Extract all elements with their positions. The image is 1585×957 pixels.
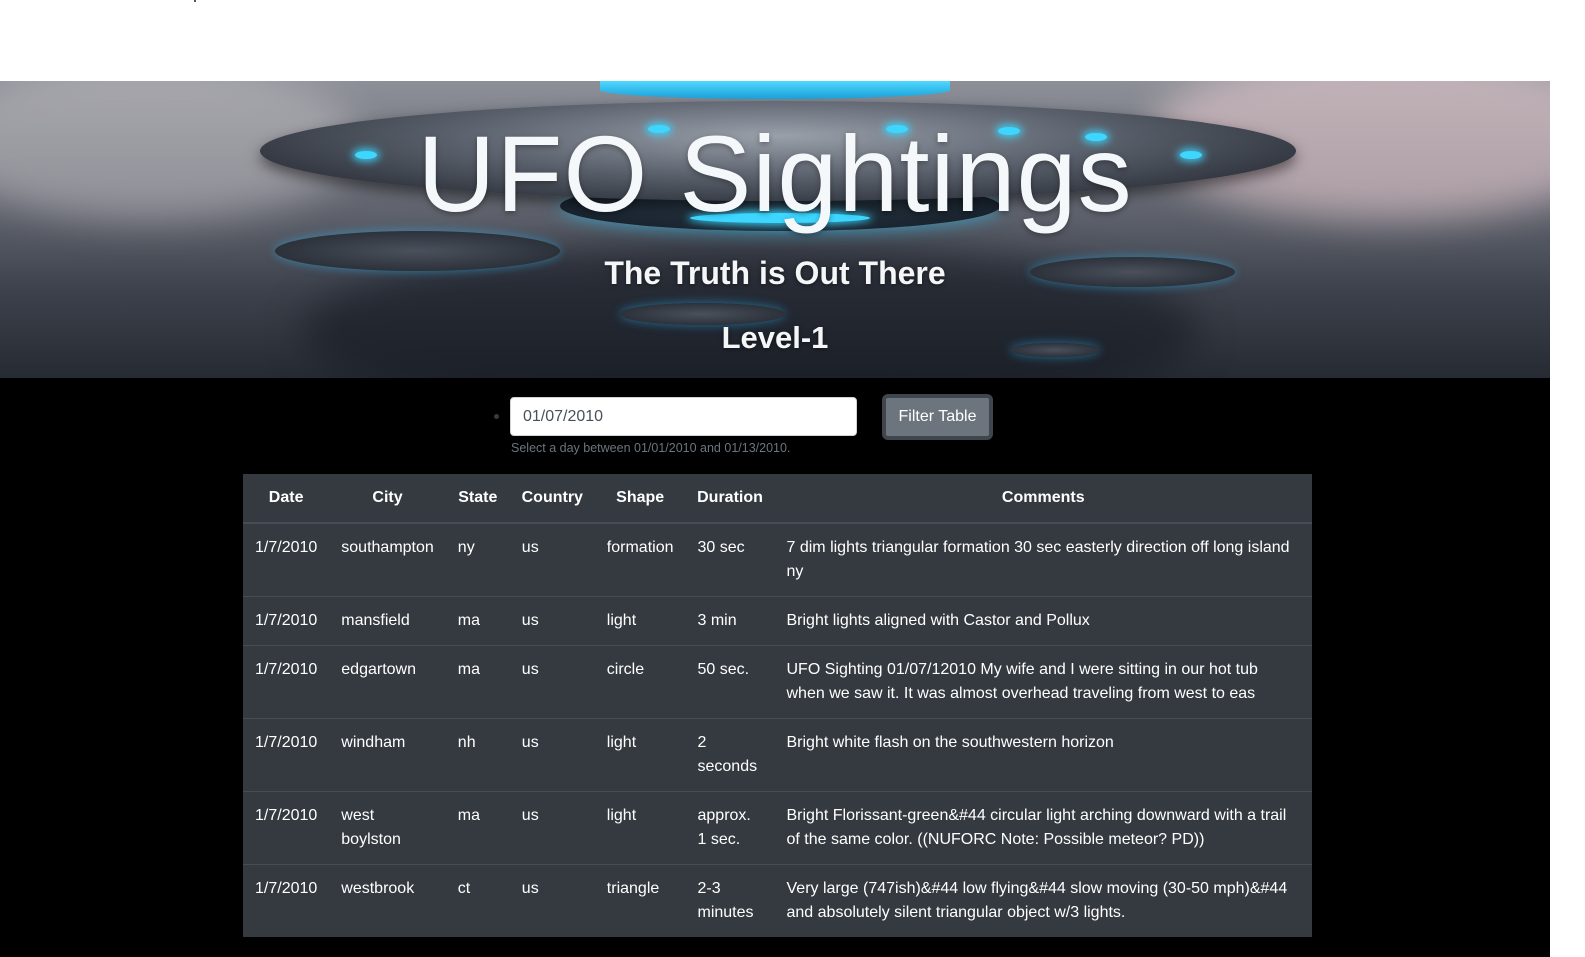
cell-comments: Bright Florissant-green&#44 circular lig… <box>774 791 1312 865</box>
cell-date: 1/7/2010 <box>243 864 330 937</box>
cell-duration: 30 sec <box>685 522 775 597</box>
cell-duration: 2-3 minutes <box>685 864 775 937</box>
cell-shape: triangle <box>594 864 686 937</box>
table-row: 1/7/2010 mansfield ma us light 3 min Bri… <box>243 596 1312 646</box>
cell-duration: 2 seconds <box>685 718 775 792</box>
cell-shape: formation <box>594 522 686 597</box>
table-header: Date City State Country Shape Duration C… <box>243 474 1312 524</box>
cell-comments: Bright white flash on the southwestern h… <box>774 718 1312 792</box>
table-row: 1/7/2010 edgartown ma us circle 50 sec. … <box>243 645 1312 719</box>
page-subtitle: The Truth is Out There <box>604 255 946 291</box>
cell-state: nh <box>445 718 510 792</box>
cell-date: 1/7/2010 <box>243 596 330 646</box>
cell-state: ma <box>445 791 510 865</box>
cell-shape: light <box>594 718 686 792</box>
cell-duration: approx. 1 sec. <box>685 791 775 865</box>
cell-state: ma <box>445 596 510 646</box>
column-header-country: Country <box>509 474 595 524</box>
cell-city: edgartown <box>329 645 446 719</box>
stray-dot <box>194 0 196 2</box>
page-top-blank <box>0 0 1550 81</box>
cell-country: us <box>509 596 595 646</box>
cell-comments: UFO Sighting 01/07/12010 My wife and I w… <box>774 645 1312 719</box>
cell-country: us <box>509 791 595 865</box>
cell-duration: 3 min <box>685 596 775 646</box>
cell-state: ma <box>445 645 510 719</box>
table-header-row: Date City State Country Shape Duration C… <box>243 474 1312 524</box>
column-header-shape: Shape <box>594 474 686 524</box>
level-heading: Level-1 <box>721 320 829 355</box>
hero-banner: UFO Sightings The Truth is Out There Lev… <box>0 81 1550 378</box>
table-row: 1/7/2010 west boylston ma us light appro… <box>243 791 1312 865</box>
cell-country: us <box>509 645 595 719</box>
cell-shape: light <box>594 596 686 646</box>
cell-city: southampton <box>329 522 446 597</box>
page-title: UFO Sightings <box>417 113 1133 234</box>
cell-city: west boylston <box>329 791 446 865</box>
cell-city: windham <box>329 718 446 792</box>
table-row: 1/7/2010 windham nh us light 2 seconds B… <box>243 718 1312 792</box>
cell-country: us <box>509 718 595 792</box>
cell-date: 1/7/2010 <box>243 791 330 865</box>
cell-comments: Very large (747ish)&#44 low flying&#44 s… <box>774 864 1312 937</box>
date-filter-input[interactable]: 01/07/2010 <box>510 397 857 436</box>
cell-date: 1/7/2010 <box>243 718 330 792</box>
date-help-text: Select a day between 01/01/2010 and 01/1… <box>511 441 791 455</box>
cell-duration: 50 sec. <box>685 645 775 719</box>
cell-shape: light <box>594 791 686 865</box>
ufo-table: Date City State Country Shape Duration C… <box>243 474 1312 937</box>
column-header-state: State <box>445 474 510 524</box>
cell-state: ny <box>445 522 510 597</box>
filter-table-button[interactable]: Filter Table <box>884 396 991 438</box>
table-row: 1/7/2010 southampton ny us formation 30 … <box>243 522 1312 597</box>
cell-country: us <box>509 522 595 597</box>
cell-date: 1/7/2010 <box>243 522 330 597</box>
column-header-duration: Duration <box>685 474 775 524</box>
cell-shape: circle <box>594 645 686 719</box>
cell-country: us <box>509 864 595 937</box>
column-header-date: Date <box>243 474 330 524</box>
cell-comments: 7 dim lights triangular formation 30 sec… <box>774 522 1312 597</box>
cell-comments: Bright lights aligned with Castor and Po… <box>774 596 1312 646</box>
cell-city: westbrook <box>329 864 446 937</box>
table-body: 1/7/2010 southampton ny us formation 30 … <box>243 522 1312 937</box>
column-header-comments: Comments <box>774 474 1312 524</box>
ufo-dome-glow <box>600 81 950 99</box>
cell-state: ct <box>445 864 510 937</box>
table-row: 1/7/2010 westbrook ct us triangle 2-3 mi… <box>243 864 1312 937</box>
cell-date: 1/7/2010 <box>243 645 330 719</box>
column-header-city: City <box>329 474 446 524</box>
list-bullet <box>494 414 499 419</box>
cell-city: mansfield <box>329 596 446 646</box>
